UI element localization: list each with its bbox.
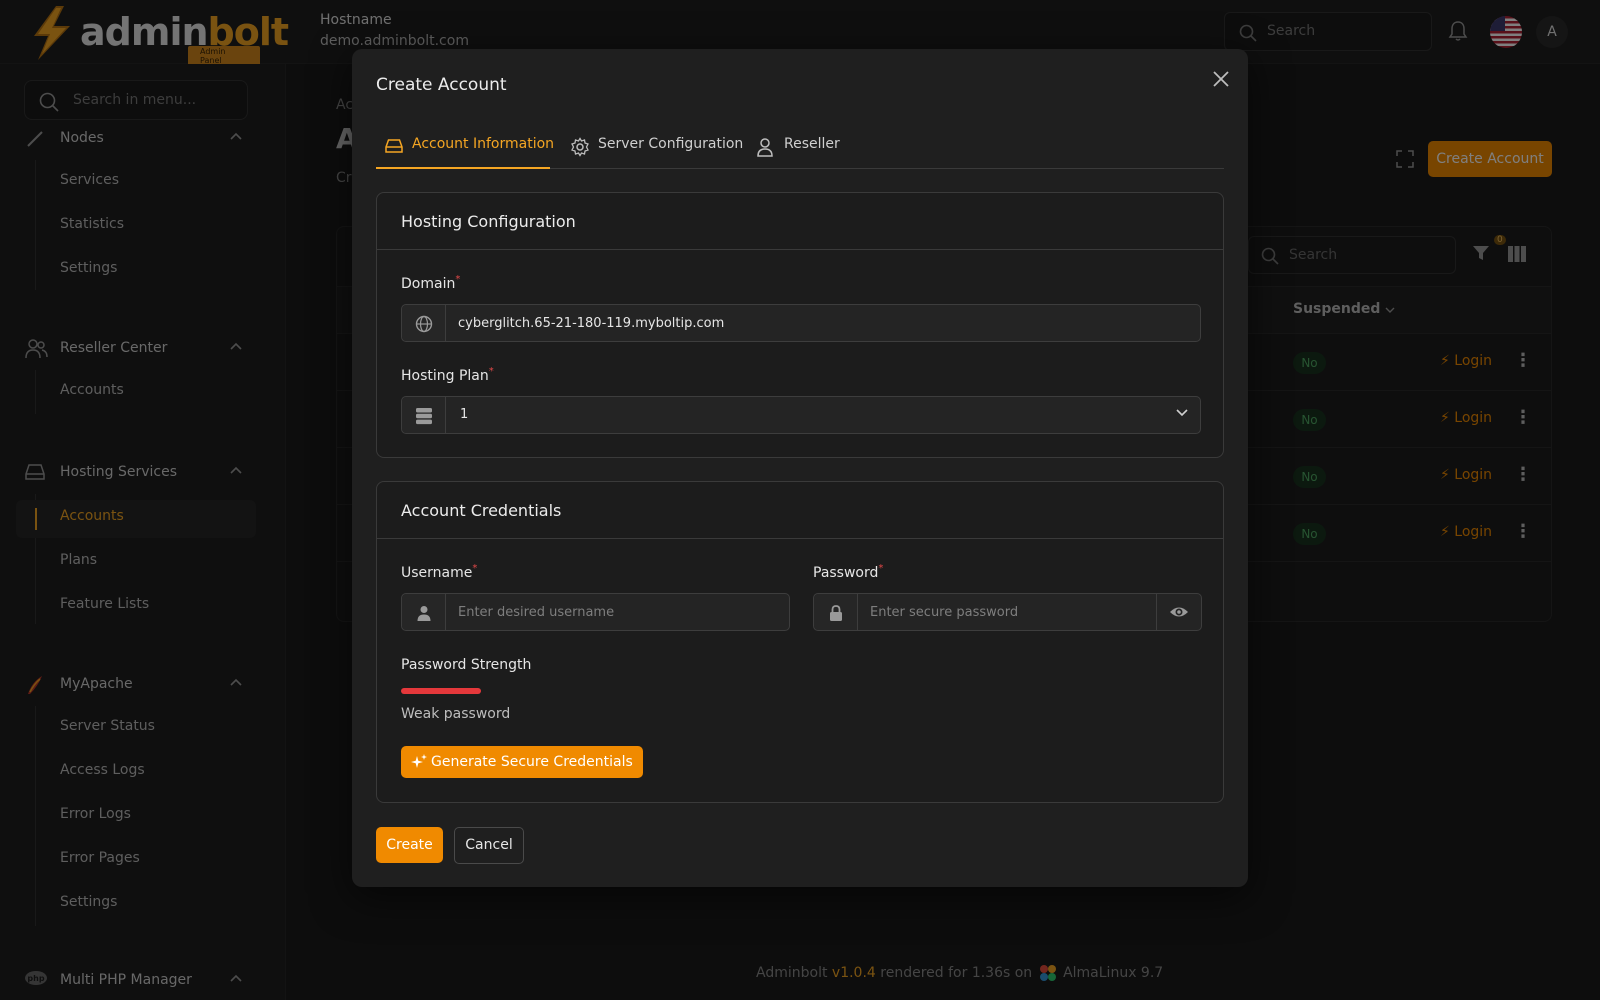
tab-account-information[interactable]: Account Information [376,125,554,169]
tab-label: Account Information [412,136,555,152]
user-icon [757,138,773,157]
cancel-button[interactable]: Cancel [454,827,524,864]
tab-server-configuration[interactable]: Server Configuration [562,125,743,169]
generate-credentials-label: Generate Secure Credentials [431,754,633,770]
hosting-configuration-section: Hosting Configuration Domain* Hosting Pl… [376,192,1224,458]
create-button[interactable]: Create [376,827,443,863]
password-strength-meter [401,688,1201,694]
tab-reseller[interactable]: Reseller [748,125,848,169]
create-account-modal: Create Account Account Information Serve… [352,49,1248,887]
section-title: Account Credentials [401,501,562,520]
chevron-down-icon [1176,409,1188,417]
tab-label: Reseller [784,136,840,152]
password-strength-text: Weak password [401,706,511,722]
modal-tabs: Account Information Server Configuration… [376,125,1224,169]
sparkles-icon [411,754,427,768]
password-label: Password* [813,563,884,581]
domain-field[interactable] [401,304,1201,342]
user-icon [417,606,431,621]
hosting-plan-label: Hosting Plan* [401,366,494,384]
lock-icon [830,605,842,621]
hosting-plan-value: 1 [460,407,469,422]
username-label: Username* [401,563,478,581]
username-field[interactable] [401,593,790,631]
password-input[interactable] [858,594,1156,630]
tab-label: Server Configuration [598,136,744,152]
drive-icon [385,139,403,153]
section-title: Hosting Configuration [401,212,576,231]
domain-input[interactable] [446,305,1200,341]
password-strength-label: Password Strength [401,657,532,673]
domain-label: Domain* [401,274,461,292]
modal-title: Create Account [376,75,507,95]
gear-icon [571,137,589,157]
globe-icon [415,315,433,333]
toggle-password-visibility[interactable] [1156,594,1201,630]
generate-credentials-button[interactable]: Generate Secure Credentials [401,746,643,778]
eye-icon [1170,607,1188,617]
password-field[interactable] [813,593,1202,631]
close-icon[interactable] [1210,68,1232,90]
account-credentials-section: Account Credentials Username* Password* … [376,481,1224,803]
server-icon [416,408,432,425]
hosting-plan-select[interactable]: 1 [401,396,1201,434]
password-strength-fill [401,688,481,694]
username-input[interactable] [446,594,789,630]
